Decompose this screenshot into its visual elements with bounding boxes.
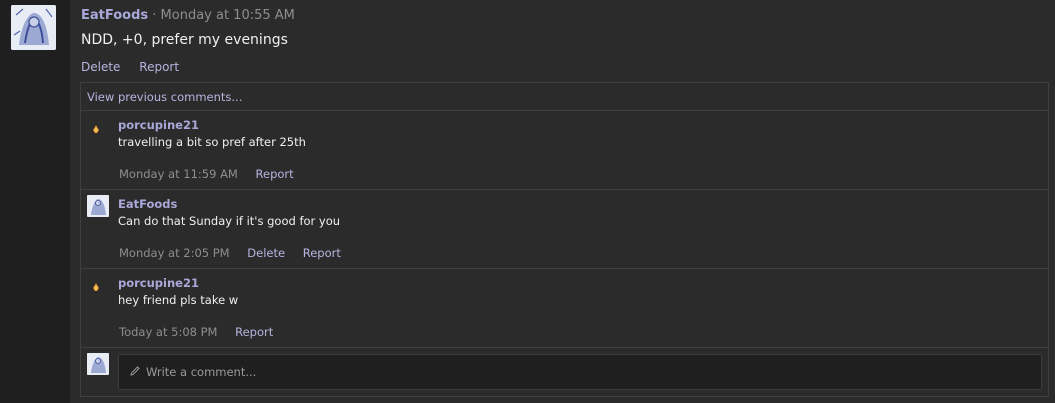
comment-report-link[interactable]: Report (256, 167, 294, 181)
comment-avatar[interactable] (87, 195, 109, 217)
comment-author[interactable]: EatFoods (118, 197, 177, 211)
comment-item: EatFoods Can do that Sunday if it's good… (81, 190, 1048, 269)
comment-actions: Monday at 11:59 AM Report (119, 167, 308, 181)
comment-input[interactable]: Write a comment... (118, 354, 1042, 390)
comment-input-placeholder: Write a comment... (146, 365, 257, 379)
pencil-icon (129, 365, 141, 380)
comment-item: porcupine21 hey friend pls take w Today … (81, 269, 1048, 348)
comment-text: travelling a bit so pref after 25th (118, 135, 306, 149)
comment-actions: Monday at 2:05 PM Delete Report (119, 246, 355, 260)
composer-avatar (87, 353, 109, 375)
comment-avatar[interactable] (90, 121, 102, 133)
comment-timestamp: Monday at 2:05 PM (119, 246, 230, 260)
post-delete-link[interactable]: Delete (81, 60, 120, 74)
comment-actions: Today at 5:08 PM Report (119, 325, 287, 339)
comment-text: Can do that Sunday if it's good for you (118, 214, 341, 228)
comment-author[interactable]: porcupine21 (118, 118, 199, 132)
post-header: EatFoods · Monday at 10:55 AM (81, 7, 295, 25)
post-actions: Delete Report (81, 59, 194, 75)
comment-item: porcupine21 travelling a bit so pref aft… (81, 111, 1048, 190)
left-gutter (0, 0, 70, 403)
comment-report-link[interactable]: Report (235, 325, 273, 339)
comment-author[interactable]: porcupine21 (118, 276, 199, 290)
comments-box: View previous comments... porcupine21 tr… (80, 82, 1049, 397)
comment-timestamp: Monday at 11:59 AM (119, 167, 238, 181)
comment-timestamp: Today at 5:08 PM (119, 325, 218, 339)
comment-composer: Write a comment... (81, 348, 1048, 396)
post-pointer-arrow (62, 15, 70, 29)
comment-report-link[interactable]: Report (303, 246, 341, 260)
comment-text: hey friend pls take w (118, 293, 239, 307)
post-body: NDD, +0, prefer my evenings (81, 32, 288, 48)
comment-delete-link[interactable]: Delete (247, 246, 285, 260)
view-previous-comments-link[interactable]: View previous comments... (81, 83, 1048, 111)
post-report-link[interactable]: Report (139, 60, 179, 74)
post-timestamp: · Monday at 10:55 AM (148, 8, 295, 23)
comment-avatar[interactable] (90, 279, 102, 291)
post-author-avatar[interactable] (11, 5, 56, 50)
post-author-name[interactable]: EatFoods (81, 8, 148, 23)
